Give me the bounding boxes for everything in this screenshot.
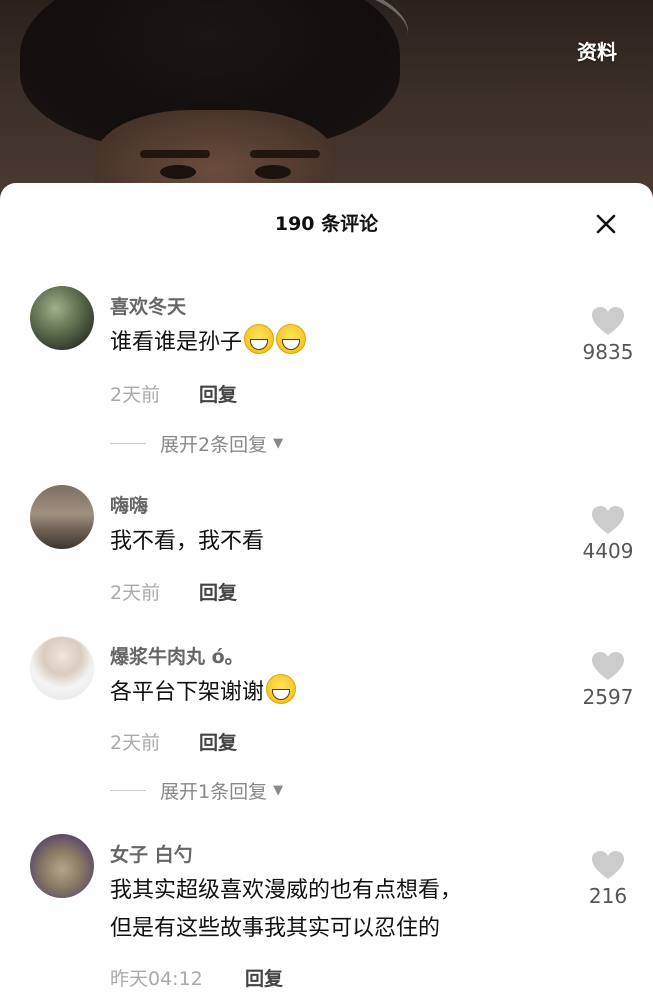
expand-replies-label: 展开2条回复 bbox=[160, 434, 268, 456]
like-button[interactable]: 4409 bbox=[581, 505, 635, 563]
like-count: 216 bbox=[588, 884, 628, 908]
heart-icon bbox=[592, 652, 624, 680]
like-count: 9835 bbox=[582, 340, 634, 364]
comment-time: 2天前 bbox=[110, 384, 161, 406]
comment-time: 2天前 bbox=[110, 582, 161, 604]
expand-replies-label: 展开1条回复 bbox=[160, 781, 268, 803]
facepalm-emoji-icon bbox=[266, 674, 297, 704]
comment-text: 各平台下架谢谢 bbox=[110, 680, 265, 705]
comment-text-row: 各平台下架谢谢 bbox=[110, 674, 297, 712]
expand-replies-button[interactable]: 展开1条回复 ▼ bbox=[110, 777, 283, 804]
like-button[interactable]: 216 bbox=[581, 850, 635, 908]
like-button[interactable]: 2597 bbox=[581, 651, 635, 709]
avatar[interactable] bbox=[30, 834, 94, 898]
like-count: 2597 bbox=[582, 685, 634, 709]
comment-sheet-header: 190 条评论 bbox=[0, 183, 653, 263]
comment-sheet: 190 条评论 喜欢冬天 谁看谁是孙子 2天前 回复 9835 展开2条回复 ▼ … bbox=[0, 183, 653, 1000]
comment-text: 但是有这些故事我其实可以忍住的 bbox=[110, 916, 441, 941]
like-button[interactable]: 9835 bbox=[581, 306, 635, 364]
avatar[interactable] bbox=[30, 286, 94, 350]
grinning-emoji-icon bbox=[244, 324, 275, 354]
comment-text: 我不看，我不看 bbox=[110, 529, 265, 554]
comment-username[interactable]: 爆浆牛肉丸 ó。 bbox=[110, 642, 244, 669]
avatar[interactable] bbox=[30, 485, 94, 549]
comment-text: 谁看谁是孙子 bbox=[110, 330, 243, 355]
heart-icon bbox=[592, 307, 624, 335]
comment-text-line: 我其实超级喜欢漫威的也有点想看， bbox=[110, 872, 462, 910]
reply-button[interactable]: 回复 bbox=[199, 380, 237, 407]
reply-button[interactable]: 回复 bbox=[245, 964, 283, 991]
comment-username[interactable]: 嗨嗨 bbox=[110, 491, 148, 518]
profile-link[interactable]: 资料 bbox=[577, 36, 617, 65]
avatar[interactable] bbox=[30, 636, 94, 700]
reply-button[interactable]: 回复 bbox=[199, 728, 237, 755]
comment-text-line: 但是有这些故事我其实可以忍住的 bbox=[110, 910, 440, 948]
comment-count-title: 190 条评论 bbox=[274, 213, 379, 235]
comment-time: 2天前 bbox=[110, 732, 161, 754]
comment-text: 我其实超级喜欢漫威的也有点想看， bbox=[110, 878, 463, 903]
heart-icon bbox=[592, 851, 624, 879]
video-backdrop: 资料 bbox=[0, 0, 653, 200]
comment-text-row: 我不看，我不看 bbox=[110, 523, 264, 561]
like-count: 4409 bbox=[582, 539, 634, 563]
comment-username[interactable]: 喜欢冬天 bbox=[110, 292, 186, 319]
expand-replies-button[interactable]: 展开2条回复 ▼ bbox=[110, 430, 283, 457]
comment-time: 昨天04:12 bbox=[110, 968, 203, 990]
comment-username[interactable]: 女子 白勺 bbox=[110, 840, 193, 867]
triangle-down-icon: ▼ bbox=[273, 436, 284, 451]
reply-button[interactable]: 回复 bbox=[199, 578, 237, 605]
close-icon[interactable] bbox=[595, 213, 617, 235]
comment-text-row: 谁看谁是孙子 bbox=[110, 324, 307, 362]
grinning-emoji-icon bbox=[276, 324, 307, 354]
heart-icon bbox=[592, 506, 624, 534]
triangle-down-icon: ▼ bbox=[273, 783, 284, 798]
